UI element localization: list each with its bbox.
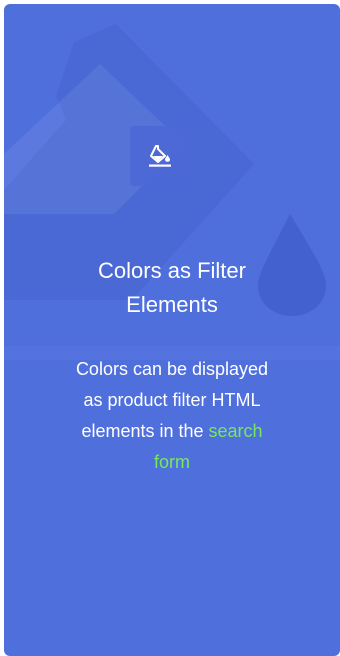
search-form-link-part-2[interactable]: form xyxy=(154,452,190,472)
card-description: Colors can be displayed as product filte… xyxy=(32,354,312,478)
description-line-4: form xyxy=(32,447,312,478)
description-line-2: as product filter HTML xyxy=(83,390,261,410)
description-line-1: Colors can be displayed xyxy=(75,359,269,379)
card-title-line-2: Elements xyxy=(126,292,218,317)
feature-card: Colors as Filter Elements Colors can be … xyxy=(4,4,340,656)
icon-tile xyxy=(130,126,190,186)
card-title-line-1: Colors as Filter xyxy=(98,258,246,283)
search-form-link-part-1[interactable]: search xyxy=(209,421,263,441)
description-line-3-text: elements in the xyxy=(81,421,204,441)
paint-bucket-watermark-icon xyxy=(4,24,326,316)
paint-bucket-icon xyxy=(149,145,171,167)
description-line-3: elements in the search xyxy=(32,416,312,447)
card-title: Colors as Filter Elements xyxy=(24,254,320,322)
